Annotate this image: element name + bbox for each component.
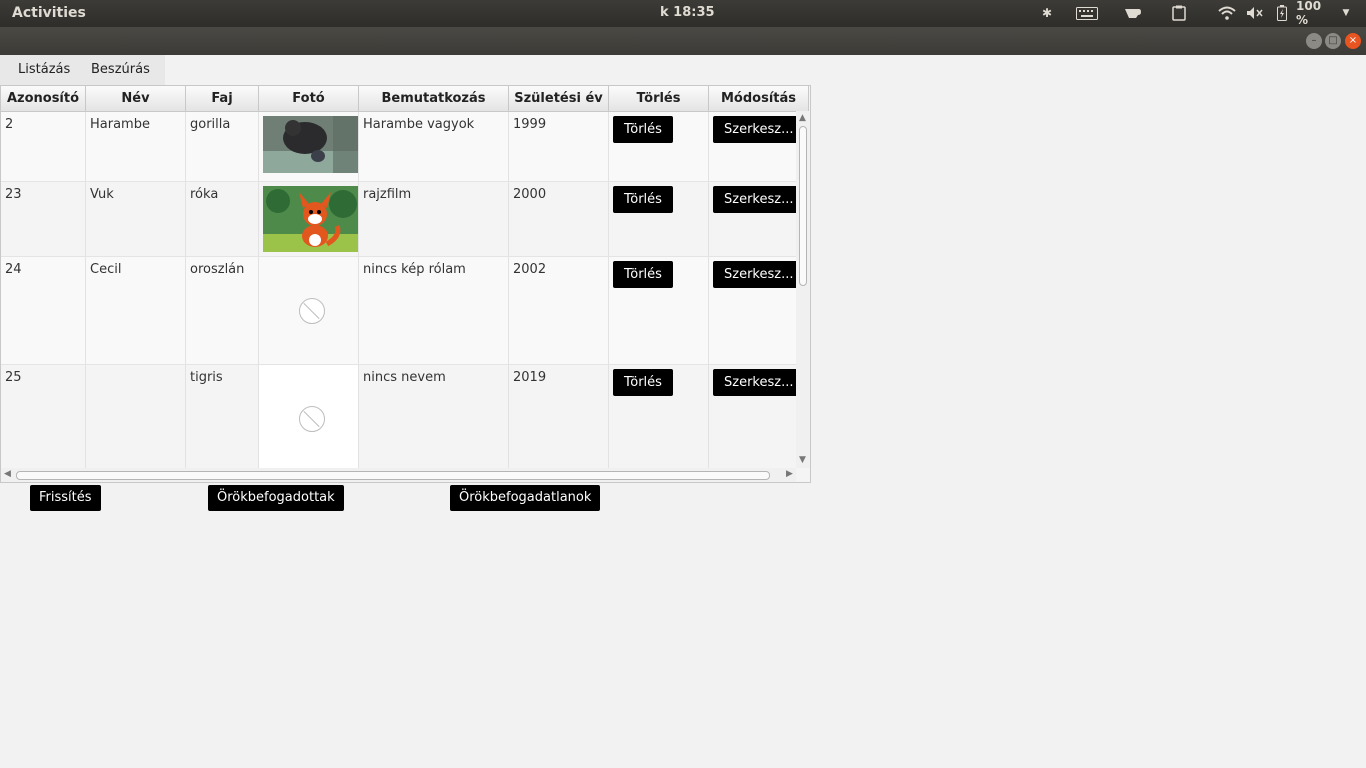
cell-name: Cecil <box>90 262 122 277</box>
cell-year: 1999 <box>513 117 547 132</box>
tab-bar: Listázás Beszúrás <box>0 55 165 86</box>
system-menu-icon[interactable]: ▼ <box>1340 4 1352 22</box>
delete-button[interactable]: Törlés <box>613 261 673 288</box>
edit-button[interactable]: Szerkesz... <box>713 261 796 288</box>
missing-image-icon <box>299 406 325 432</box>
cell-year: 2000 <box>513 187 547 202</box>
cell-year: 2019 <box>513 370 547 385</box>
battery-icon[interactable] <box>1275 4 1289 22</box>
scroll-up-icon[interactable]: ▲ <box>799 113 806 123</box>
cell-species: tigris <box>190 370 223 385</box>
column-header-szuletesi-ev[interactable]: Születési év <box>509 86 609 111</box>
adopted-button[interactable]: Örökbefogadottak <box>208 485 344 511</box>
scroll-right-icon[interactable]: ▶ <box>786 469 793 479</box>
missing-image-icon <box>299 298 325 324</box>
fox-cartoon-photo <box>263 186 358 252</box>
cell-species: gorilla <box>190 117 231 132</box>
cell-species: róka <box>190 187 219 202</box>
volume-muted-icon[interactable] <box>1245 4 1265 22</box>
column-header-bemutatkozas[interactable]: Bemutatkozás <box>359 86 509 111</box>
clock[interactable]: k 18:35 <box>660 5 715 20</box>
horizontal-scroll-thumb[interactable] <box>16 471 770 480</box>
table-row[interactable]: 23 Vuk róka rajzfilm 2000 Törlés Szerkes… <box>1 182 796 257</box>
maximize-icon[interactable]: □ <box>1325 33 1341 49</box>
cell-intro: rajzfilm <box>363 187 412 202</box>
activities-button[interactable]: Activities <box>12 5 86 21</box>
column-header-foto[interactable]: Fotó <box>259 86 359 111</box>
cell-year: 2002 <box>513 262 547 277</box>
battery-percentage[interactable]: 100 % <box>1296 0 1332 27</box>
bluetooth-icon[interactable]: ✱ <box>1040 4 1054 22</box>
cell-name: Harambe <box>90 117 150 132</box>
table-row[interactable]: 2 Harambe gorilla Harambe vagyok 1999 Tö… <box>1 112 796 182</box>
scroll-down-icon[interactable]: ▼ <box>799 455 806 465</box>
top-panel: Activities k 18:35 ✱ 100 % ▼ <box>0 0 1366 27</box>
gorilla-photo <box>263 116 358 173</box>
column-header-torles[interactable]: Törlés <box>609 86 709 111</box>
not-adopted-button[interactable]: Örökbefogadatlanok <box>450 485 601 511</box>
refresh-button[interactable]: Frissítés <box>30 485 101 511</box>
vertical-scrollbar[interactable]: ▲ ▼ <box>796 111 810 468</box>
horizontal-scrollbar[interactable]: ◀ ▶ <box>1 468 796 482</box>
table-row[interactable]: 24 Cecil oroszlán nincs kép rólam 2002 T… <box>1 257 796 365</box>
cell-id: 2 <box>5 117 14 132</box>
cell-id: 23 <box>5 187 22 202</box>
column-header-nev[interactable]: Név <box>86 86 186 111</box>
cell-id: 24 <box>5 262 22 277</box>
delete-button[interactable]: Törlés <box>613 369 673 396</box>
clipboard-icon[interactable] <box>1170 4 1188 22</box>
cell-id: 25 <box>5 370 22 385</box>
edit-button[interactable]: Szerkesz... <box>713 186 796 213</box>
minimize-icon[interactable]: – <box>1306 33 1322 49</box>
window-titlebar: – □ × <box>0 27 1366 55</box>
cell-intro: Harambe vagyok <box>363 117 475 132</box>
tab-listazas[interactable]: Listázás <box>18 62 70 77</box>
coffee-cup-icon[interactable] <box>1123 4 1143 22</box>
wifi-icon[interactable] <box>1217 4 1237 22</box>
edit-button[interactable]: Szerkesz... <box>713 116 796 143</box>
keyboard-icon[interactable] <box>1076 4 1098 22</box>
delete-button[interactable]: Törlés <box>613 186 673 213</box>
edit-button[interactable]: Szerkesz... <box>713 369 796 396</box>
cell-species: oroszlán <box>190 262 245 277</box>
cell-intro: nincs nevem <box>363 370 446 385</box>
tab-beszuras[interactable]: Beszúrás <box>91 62 150 77</box>
column-header-modositas[interactable]: Módosítás <box>709 86 809 111</box>
table-header: Azonosító Név Faj Fotó Bemutatkozás Szül… <box>1 86 809 112</box>
cell-name: Vuk <box>90 187 114 202</box>
close-icon[interactable]: × <box>1345 33 1361 49</box>
cell-intro: nincs kép rólam <box>363 262 466 277</box>
column-header-azonosito[interactable]: Azonosító <box>1 86 86 111</box>
column-header-faj[interactable]: Faj <box>186 86 259 111</box>
delete-button[interactable]: Törlés <box>613 116 673 143</box>
scroll-left-icon[interactable]: ◀ <box>4 469 11 479</box>
table-row[interactable]: 25 tigris nincs nevem 2019 Törlés Szerke… <box>1 365 796 468</box>
animals-table: Azonosító Név Faj Fotó Bemutatkozás Szül… <box>0 85 811 483</box>
vertical-scroll-thumb[interactable] <box>799 126 807 286</box>
